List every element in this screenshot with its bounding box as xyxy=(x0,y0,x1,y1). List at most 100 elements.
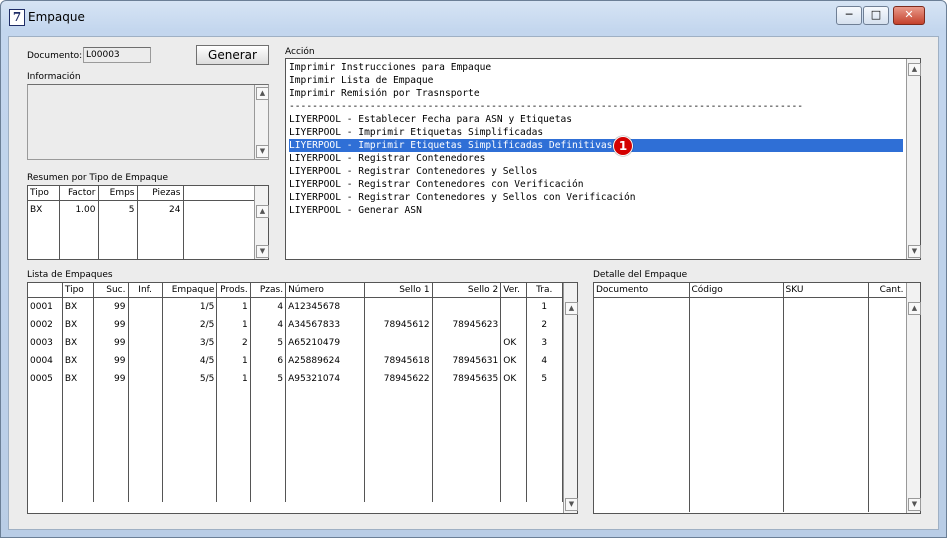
cell-num: 0004 xyxy=(28,352,63,370)
cell-empaque: 5/5 xyxy=(162,370,218,388)
cell-sello1 xyxy=(364,297,433,316)
informacion-scrollbar[interactable]: ▲ ▼ xyxy=(254,85,269,159)
cell-suc: 99 xyxy=(93,297,129,316)
action-item[interactable]: LIYERPOOL - Registrar Contenedores con V… xyxy=(289,178,903,191)
action-item-selected[interactable]: LIYERPOOL - Imprimir Etiquetas Simplific… xyxy=(289,139,903,152)
cell-pzas: 5 xyxy=(250,370,287,388)
cell-tipo: BX xyxy=(62,352,95,370)
lista-header-sello1: Sello 1 xyxy=(364,283,433,298)
action-item[interactable]: LIYERPOOL - Registrar Contenedores xyxy=(289,152,903,165)
detalle-header-codigo: Código xyxy=(689,283,784,298)
cell-ver: OK xyxy=(500,334,527,352)
action-item[interactable]: Imprimir Instrucciones para Empaque xyxy=(289,61,903,74)
detalle-scrollbar[interactable]: ▲ ▼ xyxy=(906,283,921,513)
cell-num: 0002 xyxy=(28,316,63,334)
resumen-header-tipo: Tipo xyxy=(28,186,60,201)
action-item[interactable]: Imprimir Remisión por Trasnsporte xyxy=(289,87,903,100)
table-row[interactable]: 0002 BX 99 2/5 1 4 A34567833 78945612 78… xyxy=(28,316,564,334)
annotation-badge: 1 xyxy=(613,136,633,156)
cell-ver: OK xyxy=(500,370,527,388)
action-item[interactable]: Imprimir Lista de Empaque xyxy=(289,74,903,87)
resumen-cell-emps: 5 xyxy=(98,200,138,219)
cell-inf xyxy=(128,316,163,334)
cell-numero: A25889624 xyxy=(285,352,365,370)
cell-tipo: BX xyxy=(62,316,95,334)
action-item[interactable]: LIYERPOOL - Establecer Fecha para ASN y … xyxy=(289,113,903,126)
cell-sello1: 78945622 xyxy=(364,370,433,388)
cell-prods: 2 xyxy=(216,334,251,352)
action-item[interactable]: LIYERPOOL - Registrar Contenedores y Sel… xyxy=(289,165,903,178)
lista-table: Tipo Suc. Inf. Empaque Prods. Pzas. Núme… xyxy=(28,283,564,502)
cell-numero: A34567833 xyxy=(285,316,365,334)
detalle-header-documento: Documento xyxy=(594,283,690,298)
accion-listbox[interactable]: Imprimir Instrucciones para Empaque Impr… xyxy=(285,58,921,260)
cell-empaque: 1/5 xyxy=(162,297,218,316)
cell-pzas: 5 xyxy=(250,334,287,352)
cell-ver xyxy=(500,316,527,334)
cell-prods: 1 xyxy=(216,352,251,370)
generar-button[interactable]: Generar xyxy=(196,45,269,65)
resumen-table: Tipo Factor Emps Piezas BX 1.00 5 24 xyxy=(28,186,255,259)
minimize-button[interactable]: ─ xyxy=(836,6,862,25)
scroll-down-icon[interactable]: ▼ xyxy=(908,498,921,511)
table-row[interactable]: 0003 BX 99 3/5 2 5 A65210479 OK 3 xyxy=(28,334,564,352)
lista-header-pzas: Pzas. xyxy=(250,283,287,298)
scroll-up-icon[interactable]: ▲ xyxy=(256,205,269,218)
table-row[interactable]: 0001 BX 99 1/5 1 4 A12345678 1 xyxy=(28,297,564,316)
scroll-up-icon[interactable]: ▲ xyxy=(256,87,269,100)
detalle-header-sku: SKU xyxy=(783,283,869,298)
resumen-header-piezas: Piezas xyxy=(137,186,184,201)
cell-sello1: 78945612 xyxy=(364,316,433,334)
scroll-down-icon[interactable]: ▼ xyxy=(256,245,269,258)
cell-ver: OK xyxy=(500,352,527,370)
cell-empaque: 2/5 xyxy=(162,316,218,334)
cell-prods: 1 xyxy=(216,297,251,316)
cell-sello2 xyxy=(432,334,502,352)
action-separator: ----------------------------------------… xyxy=(289,101,804,112)
cell-sello2 xyxy=(432,297,502,316)
table-row[interactable]: 0004 BX 99 4/5 1 6 A25889624 78945618 78… xyxy=(28,352,564,370)
detalle-header-row: Documento Código SKU Cant. xyxy=(594,283,907,298)
resumen-table-box: Tipo Factor Emps Piezas BX 1.00 5 24 ▲ ▼ xyxy=(27,185,269,260)
close-icon: ✕ xyxy=(904,8,914,21)
resumen-scrollbar[interactable]: ▲ ▼ xyxy=(254,186,269,259)
cell-suc: 99 xyxy=(93,352,129,370)
lista-header-prods: Prods. xyxy=(216,283,251,298)
accion-scrollbar[interactable]: ▲ ▼ xyxy=(906,59,921,259)
table-row[interactable]: BX 1.00 5 24 xyxy=(28,200,255,219)
accion-label: Acción xyxy=(285,47,315,57)
documento-field[interactable]: L00003 xyxy=(83,47,151,63)
scroll-up-icon[interactable]: ▲ xyxy=(908,302,921,315)
table-row[interactable]: 0005 BX 99 5/5 1 5 A95321074 78945622 78… xyxy=(28,370,564,388)
detalle-table: Documento Código SKU Cant. xyxy=(594,283,907,512)
action-item[interactable]: LIYERPOOL - Registrar Contenedores y Sel… xyxy=(289,191,903,204)
maximize-button[interactable]: □ xyxy=(863,6,889,25)
lista-label: Lista de Empaques xyxy=(27,270,113,280)
close-button[interactable]: ✕ xyxy=(893,6,925,25)
lista-header-ver: Ver. xyxy=(500,283,527,298)
title-bar[interactable]: 7 Empaque ─ □ ✕ xyxy=(1,1,944,29)
scroll-down-icon[interactable]: ▼ xyxy=(908,245,921,258)
documento-label: Documento: xyxy=(27,51,83,61)
lista-scrollbar[interactable]: ▲ ▼ xyxy=(563,283,578,513)
informacion-textarea[interactable]: ▲ ▼ xyxy=(27,84,269,160)
cell-suc: 99 xyxy=(93,334,129,352)
scroll-up-icon[interactable]: ▲ xyxy=(565,302,578,315)
resumen-cell-blank xyxy=(183,200,255,219)
detalle-table-box: Documento Código SKU Cant. ▲ ▼ xyxy=(593,282,921,514)
scroll-down-icon[interactable]: ▼ xyxy=(565,498,578,511)
action-item[interactable]: LIYERPOOL - Generar ASN xyxy=(289,204,903,217)
informacion-label: Información xyxy=(27,72,81,82)
scroll-up-icon[interactable]: ▲ xyxy=(908,63,921,76)
cell-numero: A12345678 xyxy=(285,297,365,316)
resumen-header-row: Tipo Factor Emps Piezas xyxy=(28,186,255,201)
lista-header-numero: Número xyxy=(285,283,365,298)
resumen-cell-piezas: 24 xyxy=(137,200,184,219)
lista-header-sello2: Sello 2 xyxy=(432,283,502,298)
cell-num: 0001 xyxy=(28,297,63,316)
cell-num: 0003 xyxy=(28,334,63,352)
scroll-down-icon[interactable]: ▼ xyxy=(256,145,269,158)
action-item[interactable]: LIYERPOOL - Imprimir Etiquetas Simplific… xyxy=(289,126,903,139)
cell-prods: 1 xyxy=(216,370,251,388)
resumen-cell-tipo: BX xyxy=(28,200,60,219)
